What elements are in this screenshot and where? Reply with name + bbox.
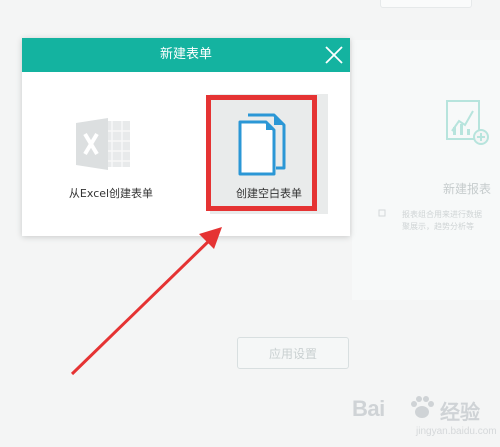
create-from-excel-label: 从Excel创建表单	[68, 187, 154, 200]
paw-icon	[411, 396, 434, 418]
new-report-description: 报表组合用来进行数据 聚展示，趋势分析等	[402, 209, 500, 233]
new-report-title: 新建报表	[443, 182, 492, 196]
background-top-box	[380, 0, 472, 8]
background-report-card	[352, 40, 500, 300]
small-doc-icon	[378, 209, 386, 217]
blank-document-icon	[238, 113, 286, 176]
watermark-text: 经验	[440, 400, 480, 424]
create-from-excel-option[interactable]: 从Excel创建表单	[52, 94, 170, 214]
report-desc-line-1: 报表组合用来进行数据	[402, 210, 482, 219]
create-blank-form-label: 创建空白表单	[236, 187, 302, 200]
new-report-icon	[446, 100, 489, 145]
watermark-logo: Bai	[352, 396, 385, 421]
report-desc-line-2: 聚展示，趋势分析等	[402, 222, 474, 231]
dialog-title: 新建表单	[159, 47, 212, 62]
dialog-header: 新建表单	[22, 38, 350, 72]
create-blank-form-option[interactable]: 创建空白表单	[210, 94, 328, 214]
apply-settings-button[interactable]: 应用设置	[237, 337, 349, 369]
new-form-dialog: 新建表单 从Excel创建表单 创建空白表单	[22, 38, 350, 236]
baidu-jingyan-watermark: Bai 经验 jingyan.baidu.com	[352, 392, 498, 444]
close-icon[interactable]	[323, 44, 345, 66]
watermark-url: jingyan.baidu.com	[416, 426, 497, 437]
excel-icon	[76, 118, 130, 170]
